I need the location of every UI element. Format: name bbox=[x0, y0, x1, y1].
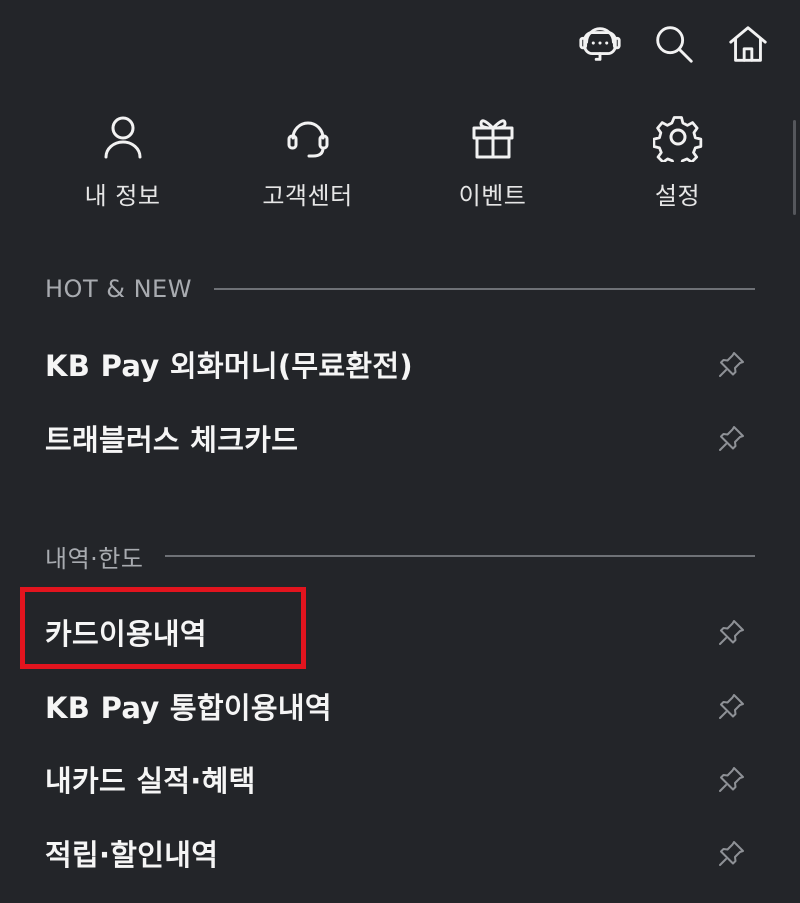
pin-icon[interactable] bbox=[715, 689, 749, 723]
menu-item-card-usage-history[interactable]: 카드이용내역 bbox=[45, 602, 755, 662]
section-divider bbox=[165, 555, 755, 557]
menu-item-label: 트래블러스 체크카드 bbox=[45, 423, 299, 457]
menu-item-kb-pay-fx-money[interactable]: KB Pay 외화머니(무료환전) bbox=[45, 334, 755, 394]
quick-label: 내 정보 bbox=[84, 182, 161, 210]
menu-item-kb-pay-total-history[interactable]: KB Pay 통합이용내역 bbox=[45, 676, 755, 736]
scrollbar[interactable] bbox=[793, 120, 796, 215]
pin-icon[interactable] bbox=[715, 762, 749, 796]
quick-customer-center[interactable]: 고객센터 bbox=[215, 112, 400, 211]
menu-item-label: KB Pay 외화머니(무료환전) bbox=[45, 349, 413, 383]
menu-item-label: 적립·할인내역 bbox=[45, 838, 219, 872]
chatbot-icon[interactable] bbox=[576, 20, 624, 68]
pin-icon[interactable] bbox=[715, 347, 749, 381]
quick-settings[interactable]: 설정 bbox=[585, 112, 770, 211]
menu-item-label: 카드이용내역 bbox=[45, 617, 207, 651]
gift-icon bbox=[468, 112, 518, 166]
section-title: HOT & NEW bbox=[45, 275, 192, 303]
section-title: 내역·한도 bbox=[45, 544, 144, 573]
headset-icon bbox=[283, 112, 333, 166]
quick-event[interactable]: 이벤트 bbox=[400, 112, 585, 211]
section-header-history-limit: 내역·한도 bbox=[45, 536, 755, 576]
quick-label: 설정 bbox=[654, 182, 701, 210]
quick-label: 고객센터 bbox=[262, 182, 353, 210]
quick-label: 이벤트 bbox=[458, 182, 527, 210]
person-icon bbox=[98, 112, 148, 166]
pin-icon[interactable] bbox=[715, 836, 749, 870]
section-header-hot-new: HOT & NEW bbox=[45, 269, 755, 309]
menu-item-label: KB Pay 통합이용내역 bbox=[45, 691, 332, 725]
menu-item-label: 내카드 실적·혜택 bbox=[45, 764, 256, 798]
gear-icon bbox=[652, 112, 703, 168]
menu-item-points-discount-history[interactable]: 적립·할인내역 bbox=[45, 823, 755, 883]
top-bar bbox=[576, 20, 772, 68]
search-icon[interactable] bbox=[650, 20, 698, 68]
menu-item-travelers-check-card[interactable]: 트래블러스 체크카드 bbox=[45, 408, 755, 468]
pin-icon[interactable] bbox=[715, 421, 749, 455]
quick-my-info[interactable]: 내 정보 bbox=[30, 112, 215, 211]
home-icon[interactable] bbox=[724, 20, 772, 68]
pin-icon[interactable] bbox=[715, 615, 749, 649]
menu-item-my-card-benefits[interactable]: 내카드 실적·혜택 bbox=[45, 749, 755, 809]
section-divider bbox=[213, 288, 755, 290]
quick-menu: 내 정보 고객센터 이벤트 설정 bbox=[30, 112, 770, 211]
